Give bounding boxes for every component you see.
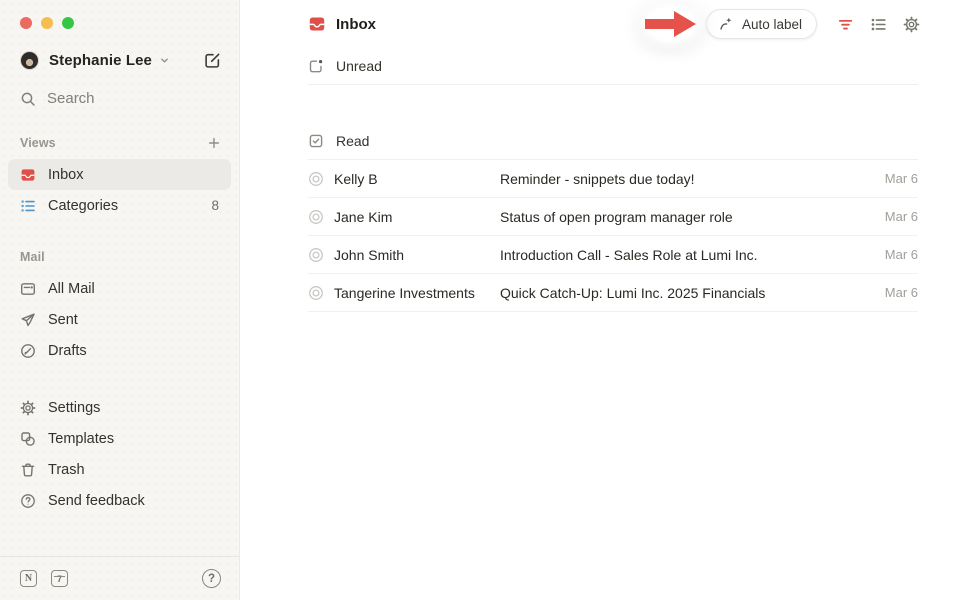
search-icon <box>20 91 36 107</box>
main-panel: Inbox Auto label <box>240 0 960 600</box>
email-date: Mar 6 <box>885 285 918 300</box>
sidebar-item-label: Send feedback <box>48 493 145 509</box>
unread-icon <box>308 58 324 74</box>
draft-icon <box>20 343 36 359</box>
email-list: Unread Read Kelly B Reminder - snippets … <box>240 48 960 312</box>
section-label: Unread <box>336 58 382 74</box>
email-row[interactable]: Kelly B Reminder - snippets due today! M… <box>308 160 918 198</box>
sidebar-item-trash[interactable]: Trash <box>8 454 231 485</box>
arrow-right-icon <box>640 6 702 42</box>
mail-section-header: Mail <box>0 248 239 266</box>
sidebar-item-label: Inbox <box>48 167 83 183</box>
categories-list-icon <box>20 198 36 214</box>
email-subject: Status of open program manager role <box>500 209 873 225</box>
sidebar-item-categories[interactable]: Categories 8 <box>8 190 231 221</box>
notion-app-icon[interactable]: N <box>20 570 37 587</box>
views-section-header: Views <box>0 134 239 152</box>
account-switcher[interactable]: Stephanie Lee <box>0 51 239 70</box>
email-date: Mar 6 <box>885 247 918 262</box>
email-row[interactable]: Jane Kim Status of open program manager … <box>308 198 918 236</box>
account-name: Stephanie Lee <box>49 52 152 69</box>
red-arrow-annotation <box>638 2 704 46</box>
main-header: Inbox Auto label <box>240 0 960 48</box>
email-row[interactable]: Tangerine Investments Quick Catch-Up: Lu… <box>308 274 918 312</box>
close-window-button[interactable] <box>20 17 32 29</box>
sidebar-item-label: Settings <box>48 400 100 416</box>
mail-section-title: Mail <box>20 250 45 264</box>
inbox-icon <box>308 15 326 33</box>
unread-section-header[interactable]: Unread <box>308 48 918 85</box>
sidebar-item-send-feedback[interactable]: Send feedback <box>8 485 231 516</box>
email-date: Mar 6 <box>885 171 918 186</box>
question-circle-icon <box>20 493 36 509</box>
sidebar-item-label: Drafts <box>48 343 87 359</box>
help-icon[interactable]: ? <box>202 569 221 588</box>
auto-label-button-label: Auto label <box>742 17 802 32</box>
categories-count: 8 <box>211 198 219 213</box>
email-subject: Quick Catch-Up: Lumi Inc. 2025 Financial… <box>500 285 873 301</box>
list-view-icon[interactable] <box>870 16 887 33</box>
sparkle-icon <box>718 16 734 32</box>
email-sender: John Smith <box>334 247 500 263</box>
read-section-header[interactable]: Read <box>308 123 918 160</box>
email-row[interactable]: John Smith Introduction Call - Sales Rol… <box>308 236 918 274</box>
mail-list: All Mail Sent Drafts <box>8 273 231 366</box>
email-subject: Reminder - snippets due today! <box>500 171 873 187</box>
email-sender: Kelly B <box>334 171 500 187</box>
calendar-app-icon[interactable]: 7 <box>51 570 68 587</box>
minimize-window-button[interactable] <box>41 17 53 29</box>
read-status-icon <box>308 209 324 225</box>
gear-icon <box>20 400 36 416</box>
read-status-icon <box>308 285 324 301</box>
read-status-icon <box>308 171 324 187</box>
sidebar-item-label: Sent <box>48 312 78 328</box>
sidebar-item-label: All Mail <box>48 281 95 297</box>
sidebar-item-label: Trash <box>48 462 85 478</box>
compose-icon[interactable] <box>204 52 221 69</box>
send-icon <box>20 312 36 328</box>
email-subject: Introduction Call - Sales Role at Lumi I… <box>500 247 873 263</box>
views-section-title: Views <box>20 136 56 150</box>
sidebar-item-label: Categories <box>48 198 118 214</box>
sidebar-item-drafts[interactable]: Drafts <box>8 335 231 366</box>
plus-icon[interactable] <box>207 136 221 150</box>
sidebar-item-settings[interactable]: Settings <box>8 392 231 423</box>
inbox-icon <box>20 167 36 183</box>
sidebar-item-all-mail[interactable]: All Mail <box>8 273 231 304</box>
search-input[interactable]: Search <box>0 90 239 107</box>
tools-list: Settings Templates Trash Send feedback <box>8 392 231 516</box>
email-sender: Tangerine Investments <box>334 285 500 301</box>
sidebar-footer: N 7 ? <box>0 556 239 600</box>
page-title: Inbox <box>336 16 376 33</box>
shapes-icon <box>20 431 36 447</box>
header-actions: Auto label <box>638 2 920 46</box>
sidebar-item-sent[interactable]: Sent <box>8 304 231 335</box>
sidebar-item-templates[interactable]: Templates <box>8 423 231 454</box>
section-label: Read <box>336 133 369 149</box>
email-sender: Jane Kim <box>334 209 500 225</box>
read-checkbox-icon <box>308 133 324 149</box>
sidebar: Stephanie Lee Search Views Inbox <box>0 0 240 600</box>
trash-icon <box>20 462 36 478</box>
chevron-down-icon <box>159 55 170 66</box>
avatar <box>20 51 39 70</box>
email-date: Mar 6 <box>885 209 918 224</box>
all-mail-icon <box>20 281 36 297</box>
gear-icon[interactable] <box>903 16 920 33</box>
sidebar-item-label: Templates <box>48 431 114 447</box>
filter-icon[interactable] <box>837 16 854 33</box>
read-status-icon <box>308 247 324 263</box>
unread-empty-space <box>308 85 918 123</box>
search-placeholder: Search <box>47 90 95 107</box>
window-controls <box>0 0 239 29</box>
zoom-window-button[interactable] <box>62 17 74 29</box>
auto-label-button[interactable]: Auto label <box>706 9 817 39</box>
views-list: Inbox Categories 8 <box>8 159 231 221</box>
sidebar-item-inbox[interactable]: Inbox <box>8 159 231 190</box>
